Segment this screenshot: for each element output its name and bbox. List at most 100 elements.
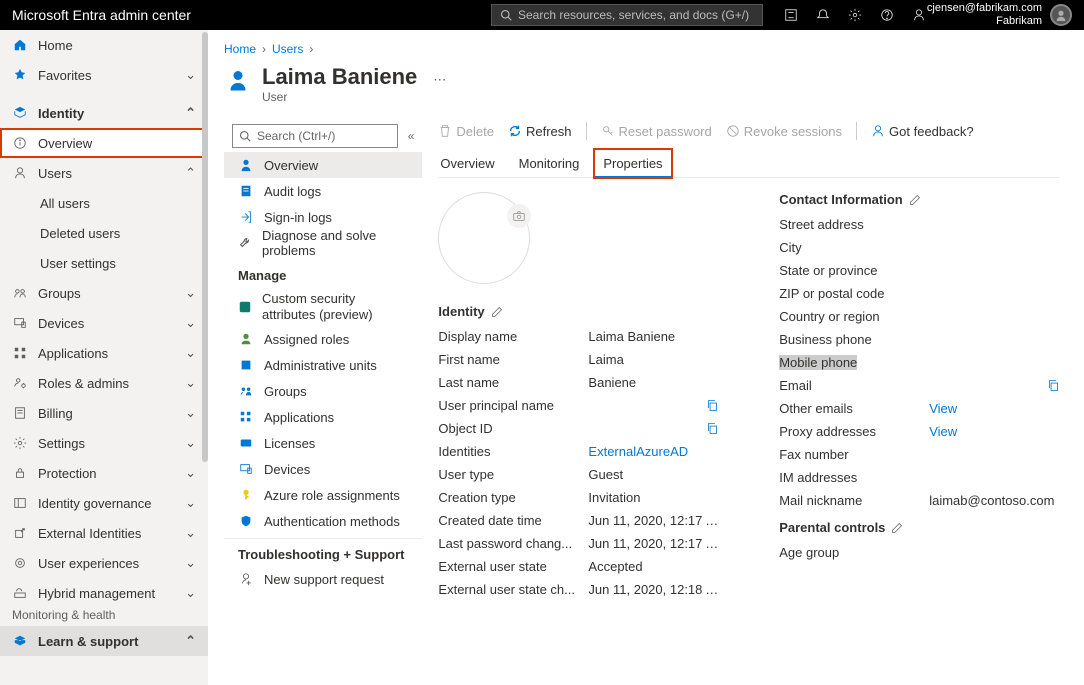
subnav-new-support[interactable]: New support request	[224, 566, 422, 592]
edit-icon[interactable]	[909, 194, 921, 206]
governance-icon	[12, 495, 28, 511]
tab-monitoring[interactable]: Monitoring	[517, 150, 582, 177]
copy-icon[interactable]	[706, 422, 719, 435]
subnav-admin-units[interactable]: Administrative units	[224, 352, 422, 378]
refresh-button[interactable]: Refresh	[508, 124, 572, 139]
chevron-down-icon: ⌄	[185, 555, 196, 571]
sidebar-scrollbar[interactable]	[202, 30, 208, 685]
delete-button: Delete	[438, 124, 494, 139]
subnav-azure-role[interactable]: Azure role assignments	[224, 482, 422, 508]
ux-icon	[12, 555, 28, 571]
nav-learn-support[interactable]: Learn & support ⌃	[0, 626, 208, 656]
breadcrumb-users[interactable]: Users	[272, 42, 303, 56]
subnav-groups[interactable]: Groups	[224, 378, 422, 404]
subnav-custom-security[interactable]: Custom security attributes (preview)	[224, 287, 422, 326]
nav-favorites[interactable]: Favorites ⌄	[0, 60, 208, 90]
nav-protection[interactable]: Protection ⌄	[0, 458, 208, 488]
search-icon	[239, 130, 251, 142]
devices-icon	[238, 461, 254, 477]
gear-icon[interactable]	[847, 7, 863, 23]
collapse-icon[interactable]: «	[408, 129, 415, 143]
global-search[interactable]: Search resources, services, and docs (G+…	[491, 4, 763, 26]
more-icon[interactable]: ⋯	[433, 72, 446, 88]
wrench-icon	[238, 235, 252, 251]
apps-icon	[12, 345, 28, 361]
user-subnav: Search (Ctrl+/) « Overview Audit logs Si…	[224, 114, 422, 605]
groups-icon	[12, 285, 28, 301]
chevron-down-icon: ⌄	[185, 585, 196, 601]
subnav-devices[interactable]: Devices	[224, 456, 422, 482]
feedback-button[interactable]: Got feedback?	[871, 124, 974, 139]
subnav-licenses[interactable]: Licenses	[224, 430, 422, 456]
subnav-audit-logs[interactable]: Audit logs	[224, 178, 422, 204]
profile-picture[interactable]	[438, 192, 530, 284]
nav-user-experiences[interactable]: User experiences ⌄	[0, 548, 208, 578]
chevron-down-icon: ⌄	[185, 525, 196, 541]
copilot-icon[interactable]	[783, 7, 799, 23]
other-emails-view-link[interactable]: View	[929, 401, 1060, 416]
nav-external-identities[interactable]: External Identities ⌄	[0, 518, 208, 548]
chevron-up-icon: ⌃	[185, 165, 196, 181]
subnav-diagnose[interactable]: Diagnose and solve problems	[224, 230, 422, 256]
nav-user-settings[interactable]: User settings	[0, 248, 208, 278]
nav-groups[interactable]: Groups ⌄	[0, 278, 208, 308]
help-icon[interactable]	[879, 7, 895, 23]
nav-identity-governance[interactable]: Identity governance ⌄	[0, 488, 208, 518]
subnav-auth-methods[interactable]: Authentication methods	[224, 508, 422, 534]
chevron-down-icon: ⌄	[185, 495, 196, 511]
account-control[interactable]: cjensen@fabrikam.com Fabrikam	[927, 2, 1072, 28]
nav-billing[interactable]: Billing ⌄	[0, 398, 208, 428]
chevron-down-icon: ⌄	[185, 315, 196, 331]
subnav-search[interactable]: Search (Ctrl+/)	[232, 124, 398, 148]
subnav-overview[interactable]: Overview	[224, 152, 422, 178]
nav-identity[interactable]: Identity ⌃	[0, 98, 208, 128]
edit-icon[interactable]	[891, 522, 903, 534]
bell-icon[interactable]	[815, 7, 831, 23]
user-tenant: Fabrikam	[927, 15, 1042, 28]
admin-units-icon	[238, 357, 254, 373]
security-attr-icon	[238, 299, 252, 315]
revoke-sessions-button: Revoke sessions	[726, 124, 842, 139]
nav-settings[interactable]: Settings ⌄	[0, 428, 208, 458]
edit-icon[interactable]	[491, 306, 503, 318]
breadcrumb-home[interactable]: Home	[224, 42, 256, 56]
home-icon	[12, 37, 28, 53]
copy-icon[interactable]	[706, 399, 719, 412]
chevron-up-icon: ⌃	[185, 105, 196, 121]
feedback-icon[interactable]	[911, 7, 927, 23]
nav-overview[interactable]: Overview	[0, 128, 208, 158]
nav-devices[interactable]: Devices ⌄	[0, 308, 208, 338]
tab-overview[interactable]: Overview	[438, 150, 496, 177]
groups-icon	[238, 383, 254, 399]
subnav-heading-manage: Manage	[224, 260, 422, 287]
nav-applications[interactable]: Applications ⌄	[0, 338, 208, 368]
nav-monitoring-health[interactable]: Monitoring & health	[0, 608, 208, 626]
tab-properties[interactable]: Properties	[601, 150, 664, 177]
identities-link[interactable]: ExternalAzureAD	[588, 444, 719, 459]
lock-icon	[12, 465, 28, 481]
nav-all-users[interactable]: All users	[0, 188, 208, 218]
subnav-assigned-roles[interactable]: Assigned roles	[224, 326, 422, 352]
nav-home[interactable]: Home	[0, 30, 208, 60]
chevron-down-icon: ⌄	[185, 345, 196, 361]
key-icon	[238, 487, 254, 503]
global-search-placeholder: Search resources, services, and docs (G+…	[518, 8, 749, 22]
proxy-view-link[interactable]: View	[929, 424, 1060, 439]
nav-users[interactable]: Users ⌃	[0, 158, 208, 188]
copy-icon[interactable]	[1047, 379, 1060, 392]
billing-icon	[12, 405, 28, 421]
subnav-signin-logs[interactable]: Sign-in logs	[224, 204, 422, 230]
nav-deleted-users[interactable]: Deleted users	[0, 218, 208, 248]
star-icon	[12, 67, 28, 83]
user-icon	[238, 157, 254, 173]
subnav-applications[interactable]: Applications	[224, 404, 422, 430]
info-icon	[12, 135, 28, 151]
shield-icon	[238, 513, 254, 529]
roles-icon	[12, 375, 28, 391]
chevron-down-icon: ⌄	[185, 405, 196, 421]
search-icon	[500, 9, 512, 21]
section-parental: Parental controls	[779, 520, 1060, 535]
nav-roles-admins[interactable]: Roles & admins ⌄	[0, 368, 208, 398]
page-title: Laima Baniene	[262, 64, 417, 90]
nav-hybrid-management[interactable]: Hybrid management ⌄	[0, 578, 208, 608]
